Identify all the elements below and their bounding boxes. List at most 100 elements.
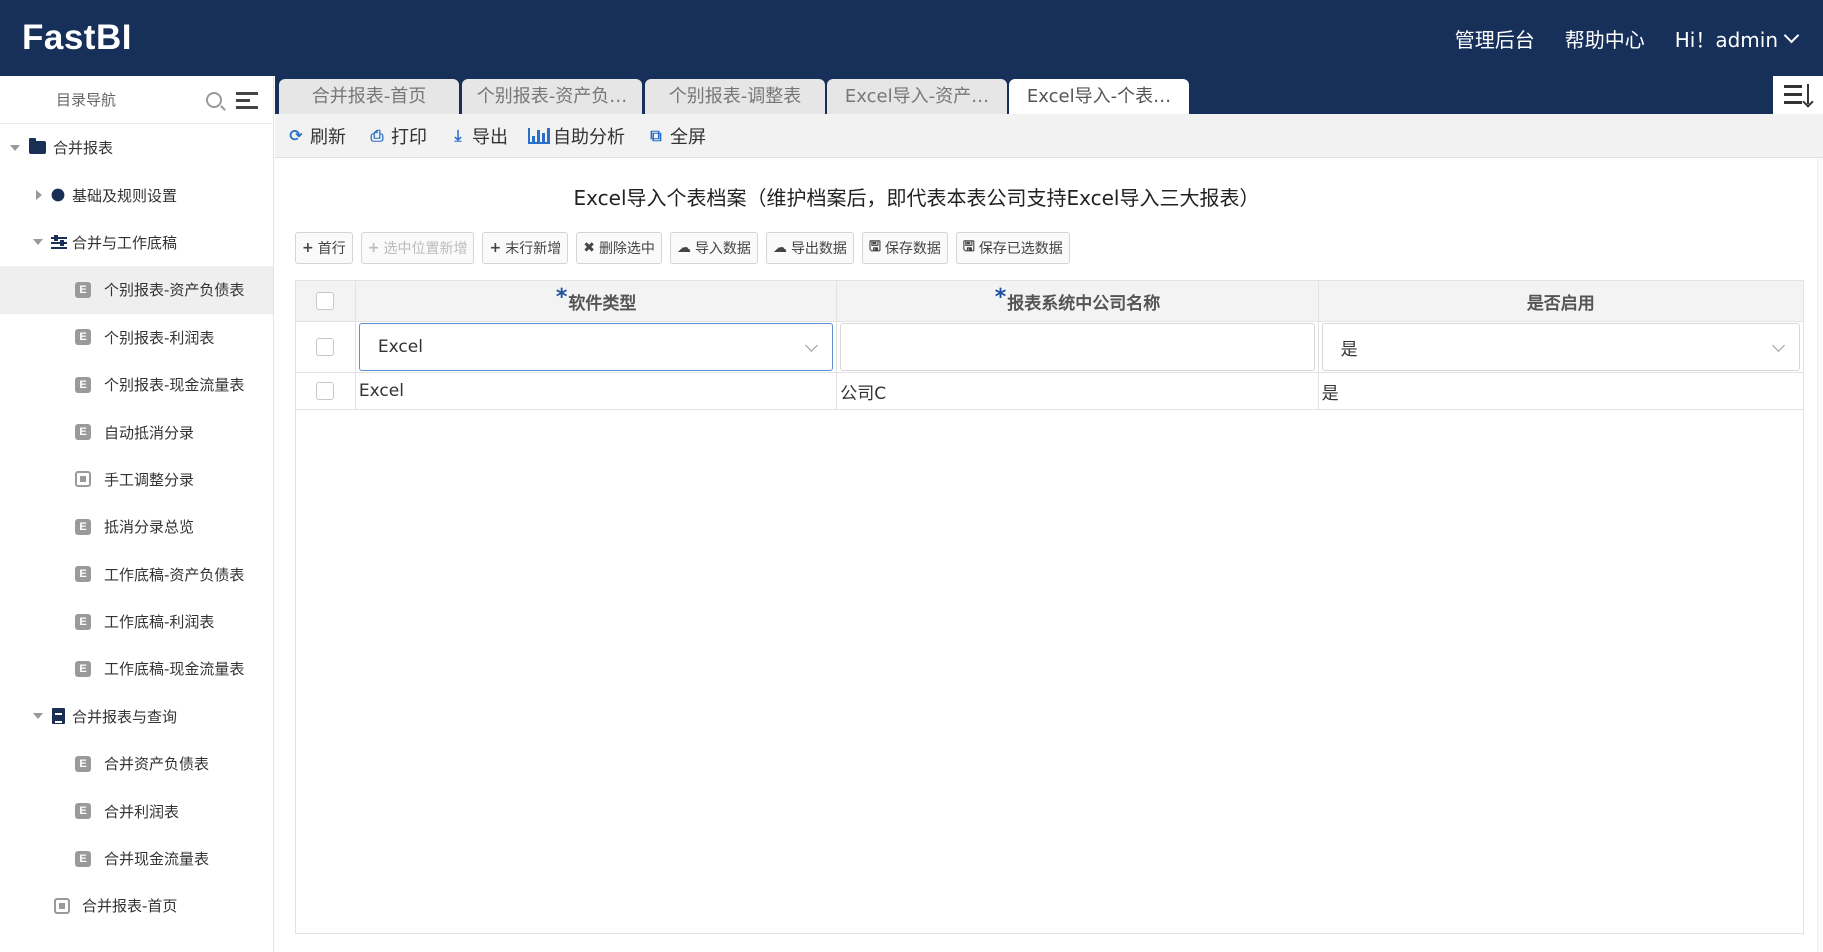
- export-button[interactable]: ⤓ 导出: [449, 123, 508, 149]
- header-nav: 管理后台 帮助中心 Hi！admin: [1455, 24, 1800, 53]
- close-icon: ✖: [583, 240, 595, 256]
- sidebar-item-label: 合并与工作底稿: [72, 233, 178, 252]
- user-menu[interactable]: Hi！admin: [1674, 24, 1800, 53]
- first-row-button[interactable]: + 首行: [295, 232, 353, 264]
- company-name-input[interactable]: [840, 323, 1315, 371]
- select-all-checkbox[interactable]: [316, 292, 335, 310]
- grid-header: * 软件类型 * 报表系统中公司名称 是否启用: [296, 281, 1803, 322]
- sliders-icon: [51, 235, 67, 250]
- table-row[interactable]: Excel 公司C 是: [296, 373, 1803, 410]
- bar-chart-icon: [528, 127, 550, 144]
- excel-file-icon: E: [75, 755, 91, 772]
- report-toolbar: ⟳ 刷新 ⎙ 打印 ⤓ 导出 自助分析 ⧉ 全屏: [275, 114, 1823, 158]
- column-header-enabled[interactable]: 是否启用: [1319, 281, 1803, 321]
- sidebar-item-consolidated-home[interactable]: 合并报表-首页: [0, 882, 273, 929]
- sidebar-item-individual-balance-sheet[interactable]: E 个别报表-资产负债表: [0, 266, 273, 314]
- collapse-menu-icon[interactable]: [236, 91, 258, 109]
- caret-down-icon[interactable]: [10, 144, 20, 151]
- cloud-upload-icon: ☁: [676, 240, 691, 256]
- save-selected-button[interactable]: 🖫 保存已选数据: [955, 232, 1070, 264]
- refresh-button[interactable]: ⟳ 刷新: [287, 123, 346, 149]
- sidebar-item-consolidated-balance-sheet[interactable]: E 合并资产负债表: [0, 740, 273, 787]
- refresh-icon: ⟳: [289, 126, 303, 145]
- editing-row: Excel 是: [296, 322, 1803, 373]
- company-name-cell[interactable]: 公司C: [837, 373, 1319, 409]
- delete-selected-button[interactable]: ✖ 删除选中: [576, 232, 662, 264]
- tab-bar: 合并报表-首页 个别报表-资产负… 个别报表-调整表 Excel导入-资产… E…: [275, 76, 1823, 114]
- search-icon[interactable]: [206, 91, 222, 108]
- admin-console-link[interactable]: 管理后台: [1455, 24, 1535, 53]
- print-label: 打印: [391, 126, 427, 148]
- software-type-value: Excel: [377, 337, 423, 357]
- sidebar-item-manual-adjustment[interactable]: 手工调整分录: [0, 456, 273, 503]
- vertical-scrollbar[interactable]: [1817, 158, 1823, 952]
- sidebar-item-basic-rules[interactable]: 基础及规则设置: [0, 171, 273, 218]
- sidebar-item-consolidated-income[interactable]: E 合并利润表: [0, 787, 273, 834]
- plus-icon: +: [367, 240, 380, 256]
- sidebar-item-consolidated-cashflow[interactable]: E 合并现金流量表: [0, 835, 273, 882]
- tab-individual-adjustment[interactable]: 个别报表-调整表: [645, 79, 825, 114]
- tab-excel-import-asset[interactable]: Excel导入-资产…: [827, 79, 1007, 114]
- self-analysis-button[interactable]: 自助分析: [528, 123, 625, 149]
- tab-consolidated-home[interactable]: 合并报表-首页: [279, 79, 459, 114]
- enabled-select[interactable]: 是: [1321, 323, 1800, 371]
- fullscreen-icon: ⧉: [650, 125, 662, 145]
- sidebar-item-auto-elimination[interactable]: E 自动抵消分录: [0, 408, 273, 455]
- tab-excel-import-individual[interactable]: Excel导入-个表…: [1009, 79, 1189, 114]
- tab-list-button[interactable]: [1773, 76, 1823, 114]
- sidebar-item-consolidated-query[interactable]: 合并报表与查询: [0, 693, 273, 740]
- enabled-cell: 是: [1319, 322, 1803, 372]
- sidebar-item-elimination-overview[interactable]: E 抵消分录总览: [0, 503, 273, 550]
- sidebar-item-label: 个别报表-利润表: [104, 328, 215, 347]
- sidebar-header: 目录导航: [0, 76, 273, 124]
- chevron-down-icon: [1772, 339, 1785, 352]
- cloud-download-icon: ☁: [772, 240, 787, 256]
- sidebar-item-label: 合并报表: [53, 139, 114, 158]
- row-checkbox[interactable]: [316, 382, 335, 400]
- save-icon: 🖫: [868, 239, 881, 255]
- software-type-cell[interactable]: Excel: [356, 373, 838, 409]
- user-greeting: Hi！admin: [1674, 28, 1778, 52]
- caret-right-icon[interactable]: [36, 190, 42, 201]
- column-header-company-name[interactable]: * 报表系统中公司名称: [837, 281, 1319, 321]
- chevron-down-icon: [805, 339, 819, 352]
- sidebar-item-consolidated-reports[interactable]: 合并报表: [0, 124, 273, 171]
- caret-down-icon[interactable]: [33, 239, 43, 246]
- brand-logo[interactable]: FastBI: [22, 18, 132, 58]
- sidebar-item-merge-workpaper[interactable]: 合并与工作底稿: [0, 219, 273, 266]
- import-data-button[interactable]: ☁ 导入数据: [669, 232, 758, 264]
- sidebar-item-workpaper-income[interactable]: E 工作底稿-利润表: [0, 598, 273, 645]
- append-row-button[interactable]: + 末行新增: [482, 232, 569, 264]
- column-header-software-type[interactable]: * 软件类型: [356, 281, 838, 321]
- export-data-button[interactable]: ☁ 导出数据: [765, 232, 854, 264]
- insert-at-selected-label: 选中位置新增: [383, 241, 468, 257]
- sidebar-item-workpaper-balance-sheet[interactable]: E 工作底稿-资产负债表: [0, 551, 273, 598]
- caret-down-icon[interactable]: [33, 713, 43, 720]
- sidebar-item-individual-cashflow[interactable]: E 个别报表-现金流量表: [0, 361, 273, 408]
- save-icon: 🖫: [962, 239, 975, 255]
- excel-file-icon: E: [75, 518, 91, 535]
- sidebar-item-label: 工作底稿-现金流量表: [104, 660, 245, 679]
- sidebar-item-individual-income[interactable]: E 个别报表-利润表: [0, 314, 273, 361]
- fullscreen-button[interactable]: ⧉ 全屏: [647, 123, 706, 149]
- sidebar-item-workpaper-cashflow[interactable]: E 工作底稿-现金流量表: [0, 645, 273, 692]
- print-button[interactable]: ⎙ 打印: [368, 123, 427, 149]
- app-header: FastBI 管理后台 帮助中心 Hi！admin: [0, 0, 1823, 76]
- sort-menu-icon: [1784, 84, 1814, 108]
- sidebar: 目录导航 合并报表 基础及规则设置 合并与工作底稿 E 个别报表-资产负债表 E…: [0, 76, 274, 952]
- excel-file-icon: E: [75, 613, 91, 630]
- sidebar-item-label: 合并现金流量表: [104, 850, 210, 869]
- help-center-link[interactable]: 帮助中心: [1565, 24, 1645, 53]
- export-data-label: 导出数据: [790, 241, 847, 257]
- tab-individual-balance[interactable]: 个别报表-资产负…: [462, 79, 642, 114]
- save-data-button[interactable]: 🖫 保存数据: [861, 232, 948, 264]
- excel-file-icon: E: [75, 376, 91, 393]
- main-content: Excel导入个表档案（维护档案后，即代表本表公司支持Excel导入三大报表） …: [275, 158, 1823, 952]
- plus-icon: +: [489, 240, 502, 256]
- insert-at-selected-button[interactable]: + 选中位置新增: [360, 232, 475, 264]
- software-type-select[interactable]: Excel: [358, 323, 834, 371]
- sidebar-item-label: 个别报表-资产负债表: [104, 281, 245, 300]
- enabled-cell[interactable]: 是: [1319, 373, 1803, 409]
- row-checkbox[interactable]: [316, 338, 335, 356]
- print-icon: ⎙: [370, 125, 384, 145]
